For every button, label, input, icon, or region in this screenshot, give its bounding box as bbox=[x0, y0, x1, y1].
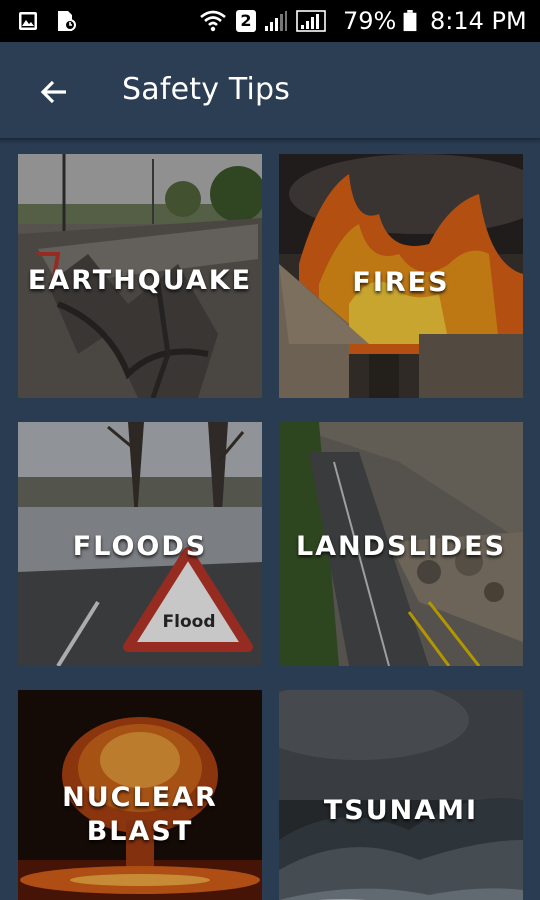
tile-label: TSUNAMI bbox=[323, 795, 479, 826]
tile-floods[interactable]: Flood FLOODS bbox=[18, 422, 262, 666]
tile-fires[interactable]: FIRES bbox=[279, 154, 523, 398]
tile-tsunami[interactable]: TSUNAMI bbox=[279, 690, 523, 900]
battery-percent: 79% bbox=[343, 7, 397, 35]
wifi-icon bbox=[200, 10, 226, 32]
arrow-left-icon bbox=[40, 80, 66, 104]
signal-icon bbox=[265, 11, 287, 31]
tile-earthquake[interactable]: EARTHQUAKE bbox=[18, 154, 262, 398]
tile-label: NUCLEAR bbox=[62, 782, 218, 813]
clock: 8:14 PM bbox=[430, 7, 527, 35]
sim-card-icon bbox=[58, 11, 76, 31]
page-title: Safety Tips bbox=[122, 72, 291, 107]
tile-label: FLOODS bbox=[72, 531, 208, 562]
app-bar-shadow bbox=[0, 138, 540, 144]
tile-label: LANDSLIDES bbox=[295, 531, 507, 562]
tile-label: BLAST bbox=[86, 816, 194, 847]
tile-landslides[interactable]: LANDSLIDES bbox=[279, 422, 523, 666]
tile-label: EARTHQUAKE bbox=[27, 265, 253, 296]
back-button[interactable] bbox=[30, 68, 78, 116]
flood-sign-text: Flood bbox=[162, 612, 216, 632]
status-bar: 2 79% 8:14 PM bbox=[0, 0, 540, 42]
sim-2-badge: 2 bbox=[236, 10, 256, 32]
signal-icon bbox=[296, 10, 326, 32]
tile-label: FIRES bbox=[352, 267, 450, 298]
app-bar: Safety Tips bbox=[0, 42, 540, 138]
tile-nuclear-blast[interactable]: NUCLEAR BLAST bbox=[18, 690, 262, 900]
battery-icon bbox=[403, 10, 417, 32]
gallery-icon bbox=[19, 12, 37, 30]
